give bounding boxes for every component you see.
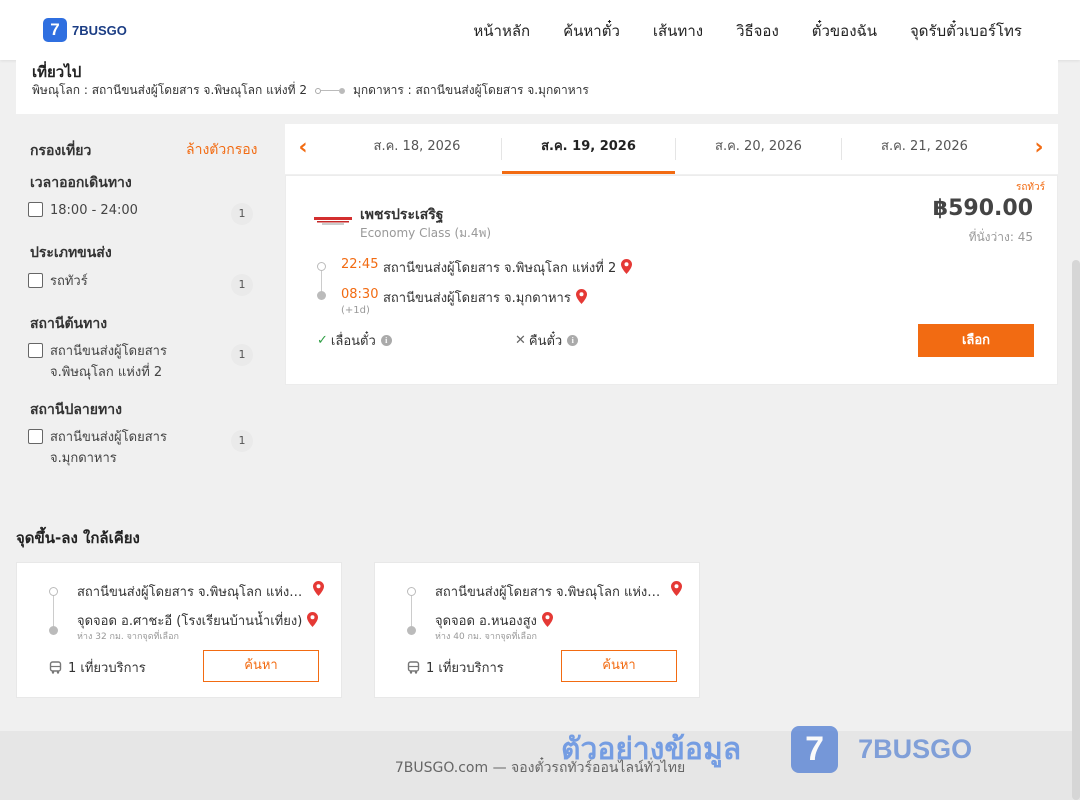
arrival-time: 08:30	[341, 287, 379, 302]
nearby-distance: ห่าง 32 กม. จากจุดที่เลือก	[77, 632, 179, 642]
filter-option-label: 18:00 - 24:00	[50, 203, 138, 218]
select-trip-button[interactable]: เลือก	[918, 324, 1034, 357]
trip-route: พิษณุโลก : สถานีขนส่งผู้โดยสาร จ.พิษณุโล…	[32, 81, 589, 100]
checkbox[interactable]	[28, 343, 43, 358]
date-tab-active[interactable]: ส.ค. 19, 2026	[502, 124, 675, 174]
ticket-price: ฿590.00	[932, 196, 1033, 221]
filter-group-destination-station: สถานีปลายทาง	[30, 402, 122, 418]
route-destination: มุกดาหาร : สถานีขนส่งผู้โดยสาร จ.มุกดาหา…	[352, 83, 589, 97]
bus-icon	[49, 661, 62, 674]
filter-count-badge: 1	[231, 274, 253, 296]
top-navbar: 7 7BUSGO หน้าหลัก ค้นหาตั๋ว เส้นทาง วิธี…	[0, 0, 1080, 60]
nearby-destination: จุดจอด อ.หนองสูง	[435, 610, 553, 631]
origin-dot-icon	[49, 587, 58, 596]
origin-dot-icon	[407, 587, 416, 596]
sample-watermark: ตัวอย่างข้อมูล 7 7BUSGO	[561, 726, 972, 773]
nearby-origin: สถานีขนส่งผู้โดยสาร จ.พิษณุโลก แห่งที่ 2	[435, 585, 667, 600]
refund-ticket-policy: ✕ คืนตั๋ว i	[515, 330, 579, 351]
date-tab[interactable]: ส.ค. 18, 2026	[333, 124, 501, 174]
nearby-distance: ห่าง 40 กม. จากจุดที่เลือก	[435, 632, 537, 642]
trip-summary: เที่ยวไป พิษณุโลก : สถานีขนส่งผู้โดยสาร …	[16, 60, 1058, 114]
route-connector-icon	[314, 87, 345, 94]
page-scrollbar[interactable]	[1072, 260, 1080, 800]
nearby-card: สถานีขนส่งผู้โดยสาร จ.พิษณุโลก แห่งที่ 2…	[16, 562, 342, 698]
date-tab[interactable]: ส.ค. 20, 2026	[676, 124, 841, 174]
departure-station: สถานีขนส่งผู้โดยสาร จ.พิษณุโลก แห่งที่ 2	[383, 257, 633, 278]
chevron-left-icon[interactable]: ‹	[293, 136, 313, 160]
nearby-destination: จุดจอด อ.ศาชะอี (โรงเรียนบ้านน้ำเที่ยง)	[77, 610, 319, 631]
filter-count-badge: 1	[231, 430, 253, 452]
nearby-search-button[interactable]: ค้นหา	[561, 650, 677, 682]
nav-ticket-pickup-phone[interactable]: จุดรับตั๋วเบอร์โทร	[910, 19, 1022, 43]
map-pin-icon[interactable]	[313, 581, 324, 596]
filter-count-badge: 1	[231, 203, 253, 225]
info-icon[interactable]: i	[380, 335, 392, 346]
logo-badge: 7	[43, 18, 67, 42]
available-seats: ที่นั่งว่าง: 45	[968, 230, 1033, 244]
destination-dot-icon	[49, 626, 58, 635]
nearby-trip-count: 1 เที่ยวบริการ	[407, 657, 504, 678]
filter-title: กรองเที่ยว	[30, 143, 92, 159]
filter-count-badge: 1	[231, 344, 253, 366]
date-selector: ‹ ส.ค. 18, 2026 ส.ค. 19, 2026 ส.ค. 20, 2…	[285, 124, 1058, 174]
map-pin-icon[interactable]	[575, 289, 587, 304]
clear-filters-link[interactable]: ล้างตัวกรอง	[186, 139, 257, 161]
chevron-right-icon[interactable]: ›	[1029, 136, 1049, 160]
map-pin-icon[interactable]	[541, 612, 553, 627]
nearby-stops-title: จุดขึ้น-ลง ใกล้เคียง	[16, 529, 140, 547]
filter-option-label: สถานีขนส่งผู้โดยสาร จ.พิษณุโลก แห่งที่ 2	[50, 344, 167, 380]
vehicle-type-tag: รถทัวร์	[1015, 182, 1045, 193]
map-pin-icon[interactable]	[671, 581, 682, 596]
site-logo[interactable]: 7 7BUSGO	[43, 18, 127, 42]
nearby-search-button[interactable]: ค้นหา	[203, 650, 319, 682]
arrival-station: สถานีขนส่งผู้โดยสาร จ.มุกดาหาร	[383, 287, 587, 308]
map-pin-icon[interactable]	[621, 259, 633, 274]
nearby-card: สถานีขนส่งผู้โดยสาร จ.พิษณุโลก แห่งที่ 2…	[374, 562, 700, 698]
nav-routes[interactable]: เส้นทาง	[653, 19, 703, 43]
nav-search-tickets[interactable]: ค้นหาตั๋ว	[563, 19, 620, 43]
trip-result-card: รถทัวร์ เพชรประเสริฐ Economy Class (ม.4พ…	[285, 175, 1058, 385]
next-day-indicator: (+1d)	[341, 305, 370, 316]
nearby-trip-count: 1 เที่ยวบริการ	[49, 657, 146, 678]
bus-icon	[407, 661, 420, 674]
departure-time: 22:45	[341, 257, 379, 272]
checkbox[interactable]	[28, 273, 43, 288]
date-tab[interactable]: ส.ค. 21, 2026	[842, 124, 1007, 174]
main-nav: หน้าหลัก ค้นหาตั๋ว เส้นทาง วิธีจอง ตั๋วข…	[440, 19, 1022, 43]
watermark-text: ตัวอย่างข้อมูล	[561, 732, 742, 767]
watermark-brand: 7BUSGO	[858, 734, 973, 764]
filter-option-label: รถทัวร์	[50, 274, 88, 289]
destination-dot-icon	[407, 626, 416, 635]
arrival-dot-icon	[317, 291, 326, 300]
nav-my-tickets[interactable]: ตั๋วของฉัน	[812, 19, 877, 43]
seat-class: Economy Class (ม.4พ)	[360, 226, 492, 240]
watermark-logo-badge: 7	[791, 726, 839, 773]
nearby-origin: สถานีขนส่งผู้โดยสาร จ.พิษณุโลก แห่งที่ 2	[77, 585, 309, 600]
logo-text: 7BUSGO	[72, 22, 127, 38]
operator-name: เพชรประเสริฐ	[360, 207, 444, 223]
map-pin-icon[interactable]	[307, 612, 319, 627]
change-ticket-policy: ✓ เลื่อนตั๋ว i	[317, 330, 392, 351]
nav-how-to-book[interactable]: วิธีจอง	[736, 19, 779, 43]
filter-group-departure-time: เวลาออกเดินทาง	[30, 175, 132, 191]
filter-option-label: สถานีขนส่งผู้โดยสาร จ.มุกดาหาร	[50, 430, 167, 466]
checkbox[interactable]	[28, 429, 43, 444]
close-icon: ✕	[515, 333, 526, 348]
check-icon: ✓	[317, 333, 328, 348]
nav-home[interactable]: หน้าหลัก	[473, 19, 530, 43]
filter-group-vehicle-type: ประเภทขนส่ง	[30, 245, 112, 261]
info-icon[interactable]: i	[567, 335, 579, 346]
route-origin: พิษณุโลก : สถานีขนส่งผู้โดยสาร จ.พิษณุโล…	[32, 83, 307, 97]
checkbox[interactable]	[28, 202, 43, 217]
departure-dot-icon	[317, 262, 326, 271]
operator-logo	[314, 217, 352, 225]
filter-group-origin-station: สถานีต้นทาง	[30, 316, 108, 332]
